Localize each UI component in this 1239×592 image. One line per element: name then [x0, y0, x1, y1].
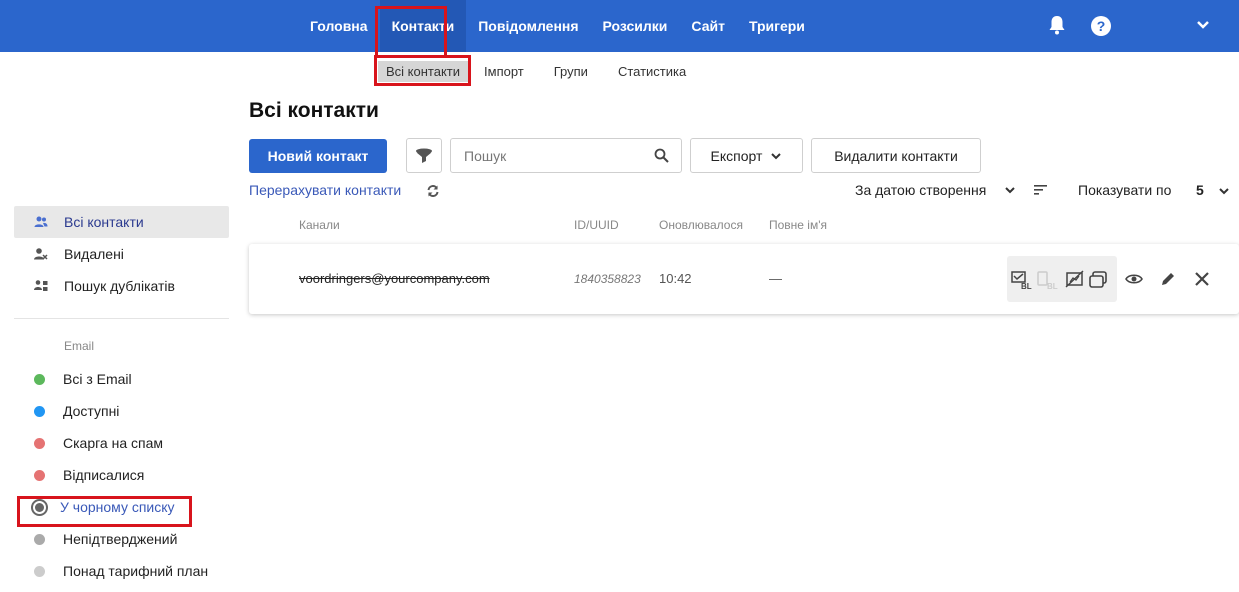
- duplicates-icon: [34, 280, 48, 291]
- page-size-select[interactable]: 5: [1196, 182, 1204, 198]
- subnav-statistics[interactable]: Статистика: [610, 61, 694, 82]
- nav-item-contacts[interactable]: Контакти: [379, 0, 467, 52]
- main-nav: Головна Контакти Повідомлення Розсилки С…: [298, 0, 817, 52]
- export-label: Експорт: [710, 147, 763, 164]
- sidebar-item-duplicates[interactable]: Пошук дублікатів: [14, 270, 229, 302]
- sub-navigation: Всі контакти Імпорт Групи Статистика: [378, 57, 702, 85]
- sort-select[interactable]: За датою створення: [855, 182, 986, 198]
- table-row[interactable]: voordringers@yourcompany.com 1840358823 …: [249, 244, 1239, 314]
- sidebar-item-label: Непідтверджений: [63, 531, 178, 547]
- sidebar-heading-email: Email: [64, 339, 95, 353]
- view-icon[interactable]: [1125, 270, 1143, 288]
- search-field: [450, 138, 682, 173]
- status-dot: [34, 405, 45, 417]
- sidebar-item-blacklisted[interactable]: У чорному списку: [14, 491, 229, 523]
- contact-id: 1840358823: [574, 272, 641, 286]
- search-icon[interactable]: [654, 148, 669, 163]
- sidebar-divider: [14, 318, 229, 319]
- column-header-channels: Канали: [299, 218, 340, 232]
- nav-item-campaigns[interactable]: Розсилки: [591, 0, 680, 52]
- sidebar-item-label: Видалені: [64, 246, 124, 262]
- nav-item-site[interactable]: Сайт: [679, 0, 737, 52]
- sidebar-item-spam-complaint[interactable]: Скарга на спам: [14, 427, 229, 459]
- edit-icon[interactable]: [1159, 270, 1177, 288]
- delete-contacts-button[interactable]: Видалити контакти: [811, 138, 981, 173]
- sidebar-item-unsubscribed[interactable]: Відписалися: [14, 459, 229, 491]
- chevron-down-icon[interactable]: [1218, 185, 1230, 197]
- help-icon[interactable]: ?: [1091, 16, 1111, 36]
- status-dot: [34, 469, 45, 481]
- sidebar-item-label: Понад тарифний план: [63, 563, 209, 579]
- filter-button[interactable]: [406, 138, 442, 173]
- sort-order-icon[interactable]: [1034, 184, 1048, 196]
- sidebar-item-all-email[interactable]: Всі з Email: [14, 363, 229, 395]
- chevron-down-icon[interactable]: [1196, 18, 1210, 32]
- email-blacklist-icon: BL: [1011, 271, 1032, 290]
- sms-blacklist-icon: BL: [1037, 271, 1058, 290]
- subnav-groups[interactable]: Групи: [546, 61, 596, 82]
- svg-text:BL: BL: [1047, 282, 1058, 290]
- delete-icon[interactable]: [1193, 270, 1211, 288]
- sidebar-item-label: Всі контакти: [64, 214, 144, 230]
- user-remove-icon: [34, 248, 48, 260]
- radio-selected-icon: [31, 498, 48, 516]
- top-navigation-bar: Головна Контакти Повідомлення Розсилки С…: [0, 0, 1239, 52]
- sidebar-item-label: Скарга на спам: [63, 435, 163, 451]
- sidebar-item-label: Всі з Email: [63, 371, 132, 387]
- subnav-import[interactable]: Імпорт: [476, 61, 532, 82]
- sidebar-item-unconfirmed[interactable]: Непідтверджений: [14, 523, 229, 555]
- users-icon: [34, 216, 48, 227]
- sidebar-item-available[interactable]: Доступні: [14, 395, 229, 427]
- push-disabled-icon: [1065, 270, 1084, 288]
- sidebar-item-label: Доступні: [63, 403, 120, 419]
- export-dropdown[interactable]: Експорт: [690, 138, 803, 173]
- column-header-fullname: Повне ім'я: [769, 218, 828, 232]
- sidebar-item-label: Відписалися: [63, 467, 145, 483]
- column-header-id: ID/UUID: [574, 218, 619, 232]
- sidebar-item-label: Пошук дублікатів: [64, 278, 175, 294]
- status-dot: [34, 533, 45, 545]
- new-contact-button[interactable]: Новий контакт: [249, 139, 387, 173]
- sidebar-item-deleted[interactable]: Видалені: [14, 238, 229, 270]
- sidebar-item-all-contacts[interactable]: Всі контакти: [14, 206, 229, 238]
- bell-icon[interactable]: [1048, 15, 1066, 35]
- sidebar: Всі контакти Видалені Пошук дублікатів E…: [14, 206, 229, 587]
- status-dot: [34, 373, 45, 385]
- chevron-down-icon: [771, 152, 782, 159]
- search-input[interactable]: [451, 139, 641, 172]
- sidebar-item-over-plan[interactable]: Понад тарифний план: [14, 555, 229, 587]
- status-dot: [34, 437, 45, 449]
- svg-text:BL: BL: [1021, 282, 1032, 290]
- page-title: Всі контакти: [249, 99, 379, 122]
- page-size-label: Показувати по: [1078, 182, 1172, 198]
- channel-status-group: BL BL: [1007, 256, 1117, 302]
- refresh-icon[interactable]: [426, 184, 440, 198]
- nav-item-home[interactable]: Головна: [298, 0, 380, 52]
- contact-updated: 10:42: [659, 271, 692, 286]
- contact-fullname: —: [769, 271, 782, 286]
- column-header-updated: Оновлювалося: [659, 218, 743, 232]
- status-dot: [34, 565, 45, 577]
- messenger-icon: [1089, 271, 1107, 288]
- nav-item-messages[interactable]: Повідомлення: [466, 0, 590, 52]
- chevron-down-icon[interactable]: [1004, 184, 1016, 196]
- nav-item-triggers[interactable]: Тригери: [737, 0, 817, 52]
- filter-icon: [416, 148, 432, 163]
- sidebar-item-label: У чорному списку: [60, 499, 175, 515]
- contact-email: voordringers@yourcompany.com: [299, 271, 490, 286]
- recount-contacts-link[interactable]: Перерахувати контакти: [249, 182, 401, 198]
- subnav-all-contacts[interactable]: Всі контакти: [378, 60, 469, 82]
